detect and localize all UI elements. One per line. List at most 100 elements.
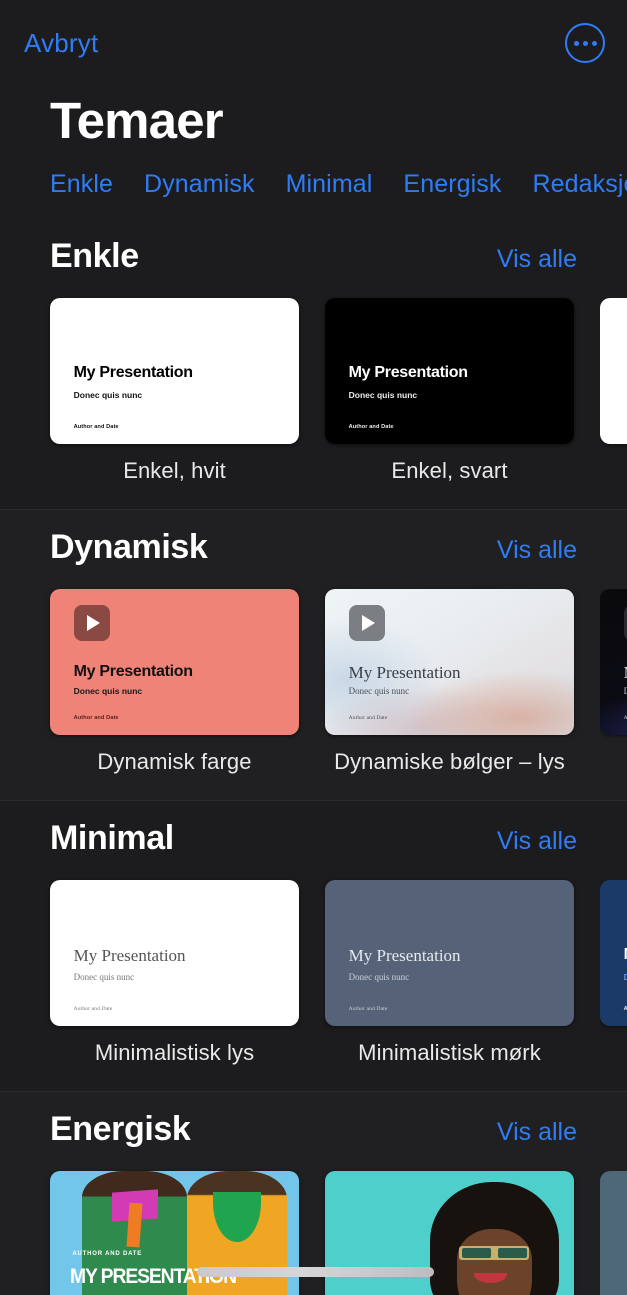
theme-cell-partial[interactable]: My Presentation Donec quis nunc Author a…	[600, 588, 627, 775]
theme-label: Enkel, svart	[391, 457, 508, 483]
cancel-button[interactable]: Avbryt	[24, 28, 98, 59]
theme-cell-partial[interactable]	[600, 297, 627, 484]
dot	[591, 40, 597, 46]
theme-cell[interactable]: My Presentation Donec quis nunc Author a…	[325, 879, 574, 1066]
section-title: Enkle	[50, 236, 139, 275]
slide-preview: My Presentation Donec quis nunc Author a…	[600, 589, 627, 735]
see-all-button-minimal[interactable]: Vis alle	[497, 827, 577, 856]
slide-preview: My Presentation Donec quis nunc Author a…	[50, 589, 299, 735]
ellipsis-circle-icon[interactable]	[565, 23, 605, 63]
theme-thumbnail-dynamisk-farge[interactable]: My Presentation Donec quis nunc Author a…	[50, 588, 299, 735]
navigation-bar: Avbryt	[0, 0, 627, 86]
theme-cell[interactable]: My Presentation Donec quis nunc Author a…	[50, 588, 299, 775]
slide-title: My Presentation	[348, 663, 461, 682]
sunglasses-icon	[459, 1246, 530, 1260]
section-header: Energisk Vis alle	[0, 1092, 627, 1149]
horizontal-scroll-indicator[interactable]	[197, 1267, 434, 1277]
slide-preview: My Presentation Donec quis nunc Author a…	[325, 589, 574, 735]
theme-thumbnail-minimalistisk-lys[interactable]: My Presentation Donec quis nunc Author a…	[50, 879, 299, 1026]
slide-footer: Author and Date	[348, 1006, 388, 1013]
section-energisk: Energisk Vis alle AUTHOR AND DATE MY PRE…	[0, 1091, 627, 1295]
slide-preview: My Presentation Donec quis nunc Author a…	[50, 298, 299, 444]
section-title: Dynamisk	[50, 527, 208, 566]
slide-footer: Author and Date	[73, 1006, 113, 1013]
theme-thumbnail-dynamiske-bolger-lys[interactable]: My Presentation Donec quis nunc Author a…	[325, 588, 574, 735]
theme-label: Dynamiske bølger – lys	[334, 748, 565, 774]
slide-subtitle: Donec quis nunc	[348, 686, 410, 697]
theme-cell[interactable]: My Presentation Donec quis nunc Author a…	[325, 588, 574, 775]
slide-subtitle: Donec quis nunc	[623, 686, 627, 697]
play-icon	[348, 604, 385, 641]
theme-row-minimal[interactable]: My Presentation Donec quis nunc Author a…	[0, 858, 627, 1066]
see-all-button-enkle[interactable]: Vis alle	[497, 245, 577, 274]
play-icon	[623, 604, 627, 641]
theme-thumbnail-partial[interactable]	[600, 1170, 627, 1295]
slide-footer: Author and Date	[623, 1006, 627, 1013]
section-header: Minimal Vis alle	[0, 801, 627, 858]
section-minimal: Minimal Vis alle My Presentation Donec q…	[0, 801, 627, 1092]
section-header: Dynamisk Vis alle	[0, 510, 627, 567]
theme-label: Dynamisk farge	[97, 748, 252, 774]
theme-thumbnail-partial[interactable]: My Presentation Donec quis nunc Author a…	[600, 879, 627, 1026]
slide-footer: Author and Date	[348, 715, 388, 722]
tab-minimal[interactable]: Minimal	[286, 170, 373, 199]
theme-thumbnail-partial[interactable]	[600, 297, 627, 444]
slide-footer: Author and Date	[623, 715, 627, 722]
slide-preview: My Presentation Donec quis nunc Author a…	[325, 880, 574, 1026]
theme-thumbnail-enkel-hvit[interactable]: My Presentation Donec quis nunc Author a…	[50, 297, 299, 444]
slide-preview: My Presentation Donec quis nunc Author a…	[325, 298, 574, 444]
slide-preview: My Presentation Donec quis nunc Author a…	[600, 880, 627, 1026]
theme-cell-partial[interactable]: My Presentation Donec quis nunc Author a…	[600, 879, 627, 1066]
tab-dynamisk[interactable]: Dynamisk	[144, 170, 255, 199]
slide-title: My Presentation	[348, 945, 461, 965]
theme-label: Enkel, hvit	[123, 457, 226, 483]
slide-footer: Author and Date	[348, 424, 394, 431]
themes-picker-screen: Avbryt Temaer Enkle Dynamisk Minimal Ene…	[0, 0, 627, 1295]
slide-title: My Presentation	[73, 363, 193, 381]
section-enkle: Enkle Vis alle My Presentation Donec qui…	[0, 219, 627, 510]
slide-subtitle: Donec quis nunc	[73, 971, 135, 982]
section-dynamisk: Dynamisk Vis alle My Presentation Donec …	[0, 509, 627, 801]
dot	[573, 40, 579, 46]
theme-label: Minimalistisk mørk	[358, 1039, 541, 1065]
slide-kicker: AUTHOR AND DATE	[72, 1250, 143, 1257]
see-all-button-energisk[interactable]: Vis alle	[497, 1118, 577, 1147]
tab-enkle[interactable]: Enkle	[50, 170, 113, 199]
section-title: Minimal	[50, 818, 174, 857]
slide-title: My Presentation	[348, 363, 468, 381]
page-title: Temaer	[50, 92, 224, 149]
dot	[582, 40, 588, 46]
slide-footer: Author and Date	[73, 715, 119, 722]
theme-cell[interactable]: My Presentation Donec quis nunc Author a…	[50, 297, 299, 484]
see-all-button-dynamisk[interactable]: Vis alle	[497, 536, 577, 565]
play-icon	[73, 604, 110, 641]
slide-subtitle: Donec quis nunc	[73, 389, 143, 400]
slide-title: My Presentation	[73, 663, 193, 680]
tab-energisk[interactable]: Energisk	[403, 170, 501, 199]
slide-subtitle: Donec quis nunc	[73, 686, 143, 697]
theme-cell-partial[interactable]	[600, 1170, 627, 1295]
slide-subtitle: Donec quis nunc	[348, 971, 410, 982]
theme-thumbnail-partial[interactable]: My Presentation Donec quis nunc Author a…	[600, 588, 627, 735]
theme-cell[interactable]: My Presentation Donec quis nunc Author a…	[325, 297, 574, 484]
section-title: Energisk	[50, 1109, 191, 1148]
theme-label: Minimalistisk lys	[94, 1039, 255, 1065]
slide-title: My Presentation	[624, 946, 627, 964]
slide-subtitle: Donec quis nunc	[623, 971, 627, 982]
section-header: Enkle Vis alle	[0, 219, 627, 276]
theme-cell[interactable]: My Presentation Donec quis nunc Author a…	[50, 879, 299, 1066]
theme-row-dynamisk[interactable]: My Presentation Donec quis nunc Author a…	[0, 567, 627, 775]
slide-title: My Presentation	[73, 945, 186, 965]
theme-row-enkle[interactable]: My Presentation Donec quis nunc Author a…	[0, 276, 627, 484]
theme-thumbnail-enkel-svart[interactable]: My Presentation Donec quis nunc Author a…	[325, 297, 574, 444]
tab-redaksjonell[interactable]: Redaksjone	[533, 170, 627, 199]
slide-preview: My Presentation Donec quis nunc Author a…	[50, 880, 299, 1026]
theme-thumbnail-minimalistisk-mork[interactable]: My Presentation Donec quis nunc Author a…	[325, 879, 574, 1026]
photo-face	[456, 1228, 532, 1295]
slide-footer: Author and Date	[73, 424, 119, 431]
slide-subtitle: Donec quis nunc	[348, 389, 418, 400]
category-tab-strip[interactable]: Enkle Dynamisk Minimal Energisk Redaksjo…	[0, 148, 627, 219]
